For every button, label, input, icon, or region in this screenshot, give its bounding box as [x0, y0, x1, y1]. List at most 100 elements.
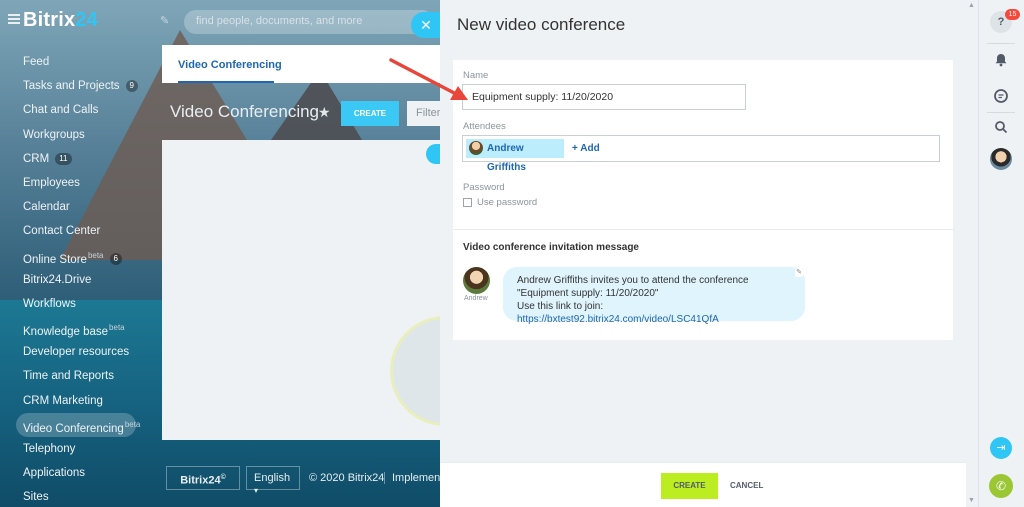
sidebar-item-label: Applications: [23, 467, 86, 480]
avatar-caption: Andrew: [464, 295, 488, 302]
slider-title: New video conference: [457, 15, 626, 34]
sidebar-item-sites[interactable]: Sites: [16, 485, 166, 507]
attendee-chip[interactable]: Andrew Griffiths: [466, 139, 564, 173]
footer-implementation-link[interactable]: Implementation: [384, 472, 440, 484]
sidebar-item-label: Developer resources: [23, 346, 130, 359]
name-input[interactable]: Equipment supply: 11/20/2020: [462, 84, 746, 110]
counter-badge: 11: [55, 152, 72, 165]
invitation-message[interactable]: Andrew Griffiths invites you to attend t…: [503, 267, 805, 325]
cancel-button[interactable]: CANCEL: [730, 473, 764, 499]
search-input[interactable]: find people, documents, and more: [184, 10, 434, 34]
use-password-label[interactable]: Use password: [477, 197, 537, 208]
sidebar-item-label: Online Store: [23, 253, 87, 266]
conference-link[interactable]: https://bxtest92.bitrix24.com/video/LSC4…: [517, 314, 719, 325]
use-password-checkbox[interactable]: [463, 198, 472, 207]
edit-message-icon[interactable]: ✎: [795, 269, 803, 277]
notification-count-badge: 15: [1005, 9, 1020, 20]
language-value: English: [254, 472, 291, 484]
left-menu: Feed Tasks and Projects 9 Chat and Calls Wor…: [16, 50, 166, 507]
pencil-icon[interactable]: ✎: [160, 16, 170, 27]
message-line: Use this link to join: https://bxtest92.…: [517, 300, 791, 326]
invitation-heading: Video conference invitation message: [463, 242, 639, 253]
rail-divider: [987, 112, 1015, 113]
avatar: [463, 267, 490, 294]
page-title: Video Conferencing: [170, 102, 320, 121]
create-button[interactable]: CREATE: [661, 473, 718, 499]
sidebar-item-calendar[interactable]: Calendar: [16, 195, 166, 219]
close-slider-button[interactable]: ✕: [411, 12, 441, 38]
sidebar-item-label: Employees: [23, 176, 80, 189]
attendee-name: Andrew Griffiths: [487, 143, 526, 173]
beta-label: beta: [109, 323, 125, 333]
attendees-field[interactable]: Andrew Griffiths + Add: [462, 135, 940, 173]
message-line: "Equipment supply: 11/20/2020": [517, 288, 659, 299]
scroll-down-arrow-icon[interactable]: ▼: [968, 497, 975, 504]
annotation-arrow-icon: [389, 58, 468, 100]
sidebar-item-employees[interactable]: Employees: [16, 171, 166, 195]
counter-badge: 9: [125, 80, 138, 93]
sidebar-item-label: Time and Reports: [23, 370, 114, 383]
new-conference-slider: New video conference Name Equipment supp…: [440, 0, 978, 507]
avatar: [469, 141, 483, 155]
phone-icon[interactable]: ✆: [989, 474, 1013, 498]
sidebar-item-label: Workgroups: [23, 128, 85, 141]
sidebar-item-developer-resources[interactable]: Developer resources: [16, 340, 166, 364]
sidebar-item-time-and-reports[interactable]: Time and Reports: [16, 364, 166, 388]
bell-icon[interactable]: [990, 49, 1012, 71]
sidebar-item-contact-center[interactable]: Contact Center: [16, 219, 166, 243]
sidebar-item-label: Telephony: [23, 443, 76, 455]
sidebar-item-video-conferencing[interactable]: Video Conferencingbeta: [16, 412, 140, 437]
language-select[interactable]: English ▾: [246, 466, 300, 495]
share-screen-icon[interactable]: ⇥: [990, 437, 1012, 459]
sidebar-item-label: Sites: [23, 491, 49, 504]
sidebar-item-label: Workflows: [23, 297, 76, 310]
sidebar-item-chat-and-calls[interactable]: Chat and Calls: [16, 98, 166, 122]
counter-badge: 6: [109, 253, 122, 266]
add-attendee-link[interactable]: + Add: [572, 143, 600, 154]
sidebar-item-bitrix24-drive[interactable]: Bitrix24.Drive: [16, 268, 166, 292]
footer-bitrix24-mark: ©: [220, 474, 226, 481]
sidebar-item-applications[interactable]: Applications: [16, 461, 166, 485]
sidebar-item-workgroups[interactable]: Workgroups: [16, 123, 166, 147]
sidebar-item-knowledge-base[interactable]: Knowledge basebeta: [16, 316, 166, 340]
sidebar-item-online-store[interactable]: Online Storebeta 6: [16, 244, 166, 268]
brand-logo-accent: 24: [75, 9, 98, 31]
sidebar-item-label: Knowledge base: [23, 325, 109, 338]
user-avatar[interactable]: [990, 148, 1012, 170]
sidebar-item-workflows[interactable]: Workflows: [16, 292, 166, 316]
sidebar-item-telephony[interactable]: Telephony: [16, 437, 166, 461]
tab-video-conferencing[interactable]: Video Conferencing: [178, 59, 282, 71]
message-link-prefix: Use this link to join:: [517, 301, 604, 312]
sidebar-item-crm-marketing[interactable]: CRM Marketing: [16, 389, 166, 413]
conference-form: Name Equipment supply: 11/20/2020 Attend…: [453, 60, 953, 340]
chat-icon[interactable]: [990, 85, 1012, 107]
brand-logo-text: Bitrix: [23, 9, 76, 31]
beta-label: beta: [87, 250, 104, 260]
sidebar-item-crm[interactable]: CRM 11: [16, 147, 166, 171]
scroll-up-arrow-icon[interactable]: ▲: [968, 2, 975, 9]
star-icon[interactable]: ★: [318, 104, 331, 121]
sidebar-item-tasks-and-projects[interactable]: Tasks and Projects 9: [16, 74, 166, 98]
search-icon[interactable]: [990, 116, 1012, 138]
footer-bitrix24-label: Bitrix24: [180, 474, 221, 487]
password-label: Password: [463, 182, 505, 193]
sidebar-item-label: Calendar: [23, 201, 70, 214]
sidebar-item-label: Video Conferencing: [23, 422, 124, 435]
right-rail: ? 15 ⇥ ✆: [978, 0, 1024, 507]
active-tab-indicator: [178, 81, 274, 83]
rail-divider: [987, 43, 1015, 44]
sidebar-item-feed[interactable]: Feed: [16, 50, 166, 74]
top-bar: Bitrix24 ✎ find people, documents, and m…: [0, 0, 440, 44]
footer-copyright: © 2020 Bitrix24: [309, 472, 385, 484]
chevron-down-icon: ▾: [254, 486, 259, 495]
section-divider: [453, 229, 953, 230]
sidebar-item-label: CRM: [23, 152, 50, 165]
menu-burger-icon[interactable]: [8, 14, 20, 24]
sidebar-item-label: Contact Center: [23, 225, 101, 238]
scrollbar[interactable]: [966, 0, 978, 507]
slider-footer: CREATE CANCEL: [440, 462, 978, 507]
beta-label: beta: [124, 419, 141, 429]
footer-bitrix24-button[interactable]: Bitrix24©: [166, 466, 240, 490]
sidebar-item-label: Tasks and Projects: [23, 80, 120, 93]
brand-logo[interactable]: Bitrix24: [23, 9, 98, 32]
